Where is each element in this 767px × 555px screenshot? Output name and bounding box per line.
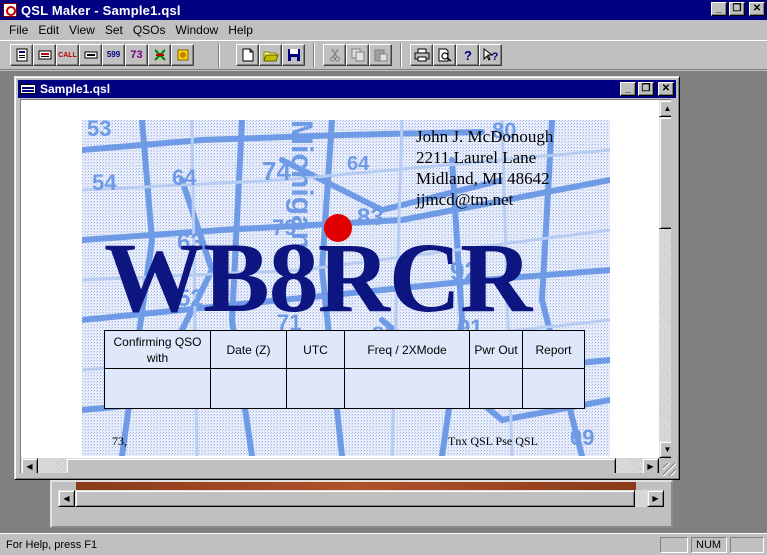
print-icon[interactable]: [410, 44, 433, 66]
toolbar-separator: [218, 43, 220, 67]
num-lock-indicator: NUM: [691, 536, 727, 553]
document-close-button[interactable]: ✕: [658, 82, 674, 96]
document-icon[interactable]: [20, 84, 36, 94]
background-document-window[interactable]: ◀ ▶: [50, 480, 673, 528]
callsign[interactable]: WB8RCR: [104, 228, 532, 328]
menu-bar: File Edit View Set QSOs Window Help: [0, 20, 767, 39]
save-icon[interactable]: [282, 44, 305, 66]
scroll-thumb[interactable]: [75, 490, 635, 507]
app-title: QSL Maker - Sample1.qsl: [21, 2, 181, 18]
menu-window[interactable]: Window: [171, 23, 224, 37]
card-layout-icon[interactable]: [10, 44, 33, 66]
background-horizontal-scrollbar[interactable]: ◀ ▶: [58, 490, 664, 507]
scroll-left-arrow-icon[interactable]: ◀: [58, 490, 75, 507]
call-sign-icon[interactable]: CALL: [56, 44, 79, 66]
delete-icon[interactable]: [148, 44, 171, 66]
menu-help[interactable]: Help: [223, 23, 258, 37]
document-title-bar: Sample1.qsl _ ❐ ✕: [18, 80, 676, 98]
qso-header-freq-mode: Freq / 2XMode: [344, 329, 470, 370]
scroll-down-arrow-icon[interactable]: ▼: [659, 441, 671, 458]
open-icon[interactable]: [259, 44, 282, 66]
vertical-scroll-thumb[interactable]: [659, 117, 671, 229]
toolbar-separator: [313, 43, 315, 67]
app-icon[interactable]: [3, 3, 17, 17]
document-window[interactable]: Sample1.qsl _ ❐ ✕ 53 54 64 74 80 63 79 8…: [14, 76, 680, 480]
qsl-card[interactable]: 53 54 64 74 80 63 79 83 52 92 71 81 91 0…: [82, 120, 610, 456]
context-help-icon[interactable]: ?: [479, 44, 502, 66]
address-street: 2211 Laurel Lane: [416, 148, 537, 167]
cut-icon[interactable]: [323, 44, 346, 66]
qso-table[interactable]: Confirming QSO with Date (Z) UTC Freq / …: [104, 329, 585, 409]
menu-set[interactable]: Set: [100, 23, 128, 37]
app-title-bar: QSL Maker - Sample1.qsl _ ❐ ✕: [0, 0, 767, 20]
scroll-right-arrow-icon[interactable]: ▶: [647, 490, 664, 507]
horizontal-scrollbar[interactable]: ◀ ▶: [21, 458, 659, 473]
app-window-controls: _ ❐ ✕: [711, 2, 765, 16]
seventy-three-icon[interactable]: 73: [125, 44, 148, 66]
report-599-icon[interactable]: 599: [102, 44, 125, 66]
help-icon[interactable]: ?: [456, 44, 479, 66]
document-title: Sample1.qsl: [40, 82, 111, 96]
print-help-group: ? ?: [410, 44, 502, 66]
scroll-left-arrow-icon[interactable]: ◀: [21, 458, 38, 473]
scroll-right-arrow-icon[interactable]: ▶: [642, 458, 659, 473]
svg-text:?: ?: [491, 51, 498, 62]
qso-header-power: Pwr Out: [469, 329, 523, 370]
qso-cell[interactable]: [210, 368, 287, 409]
restore-button[interactable]: ❐: [729, 2, 745, 16]
close-button[interactable]: ✕: [749, 2, 765, 16]
status-cell-empty: [730, 536, 764, 553]
vertical-scrollbar[interactable]: ▲ ▼: [659, 100, 671, 458]
address-email: jjmcd@tm.net: [416, 190, 514, 209]
status-bar: For Help, press F1 NUM: [0, 533, 767, 555]
document-maximize-button[interactable]: ❐: [638, 82, 654, 96]
toolbar: CALL 599 73 ? ?: [0, 40, 767, 70]
map-number: 54: [92, 170, 117, 195]
menu-qsos[interactable]: QSOs: [128, 23, 171, 37]
address-name: John J. McDonough: [416, 127, 554, 146]
qsl-tools-group: CALL 599 73: [10, 44, 194, 66]
copy-icon[interactable]: [346, 44, 369, 66]
stamp-icon[interactable]: [171, 44, 194, 66]
svg-text:?: ?: [464, 48, 472, 62]
qso-header-confirming: Confirming QSO with: [104, 329, 211, 370]
qso-cell[interactable]: [104, 368, 211, 409]
text-box-icon[interactable]: [79, 44, 102, 66]
document-window-controls: _ ❐ ✕: [620, 82, 674, 96]
new-icon[interactable]: [236, 44, 259, 66]
map-number: 64: [347, 153, 370, 175]
document-minimize-button[interactable]: _: [620, 82, 636, 96]
map-number: 64: [172, 165, 197, 190]
qso-cell[interactable]: [469, 368, 523, 409]
closing-text[interactable]: 73,: [112, 434, 127, 449]
photo-card-preview: [76, 482, 636, 490]
menu-view[interactable]: View: [64, 23, 100, 37]
table-layout-icon[interactable]: [33, 44, 56, 66]
menu-edit[interactable]: Edit: [33, 23, 64, 37]
document-canvas[interactable]: 53 54 64 74 80 63 79 83 52 92 71 81 91 0…: [20, 99, 671, 473]
address-block[interactable]: John J. McDonough 2211 Laurel Lane Midla…: [416, 126, 553, 210]
edit-tools-group: [323, 44, 392, 66]
qso-cell[interactable]: [344, 368, 470, 409]
scroll-up-arrow-icon[interactable]: ▲: [659, 100, 671, 117]
file-tools-group: [236, 44, 305, 66]
qso-cell[interactable]: [522, 368, 585, 409]
qso-header-date: Date (Z): [210, 329, 287, 370]
map-number: 53: [87, 120, 111, 141]
status-text: For Help, press F1: [6, 538, 98, 551]
print-preview-icon[interactable]: [433, 44, 456, 66]
qso-cell[interactable]: [286, 368, 345, 409]
minimize-button[interactable]: _: [711, 2, 727, 16]
qso-header-utc: UTC: [286, 329, 345, 370]
map-number: 09: [570, 425, 594, 450]
resize-grip-icon[interactable]: [663, 463, 676, 476]
paste-icon[interactable]: [369, 44, 392, 66]
status-cell-empty: [660, 536, 688, 553]
horizontal-scroll-thumb[interactable]: [66, 458, 616, 473]
qsl-request-text[interactable]: Tnx QSL Pse QSL: [448, 434, 538, 449]
menu-file[interactable]: File: [4, 23, 33, 37]
qso-header-report: Report: [522, 329, 585, 370]
address-city: Midland, MI 48642: [416, 169, 550, 188]
toolbar-separator: [400, 43, 402, 67]
